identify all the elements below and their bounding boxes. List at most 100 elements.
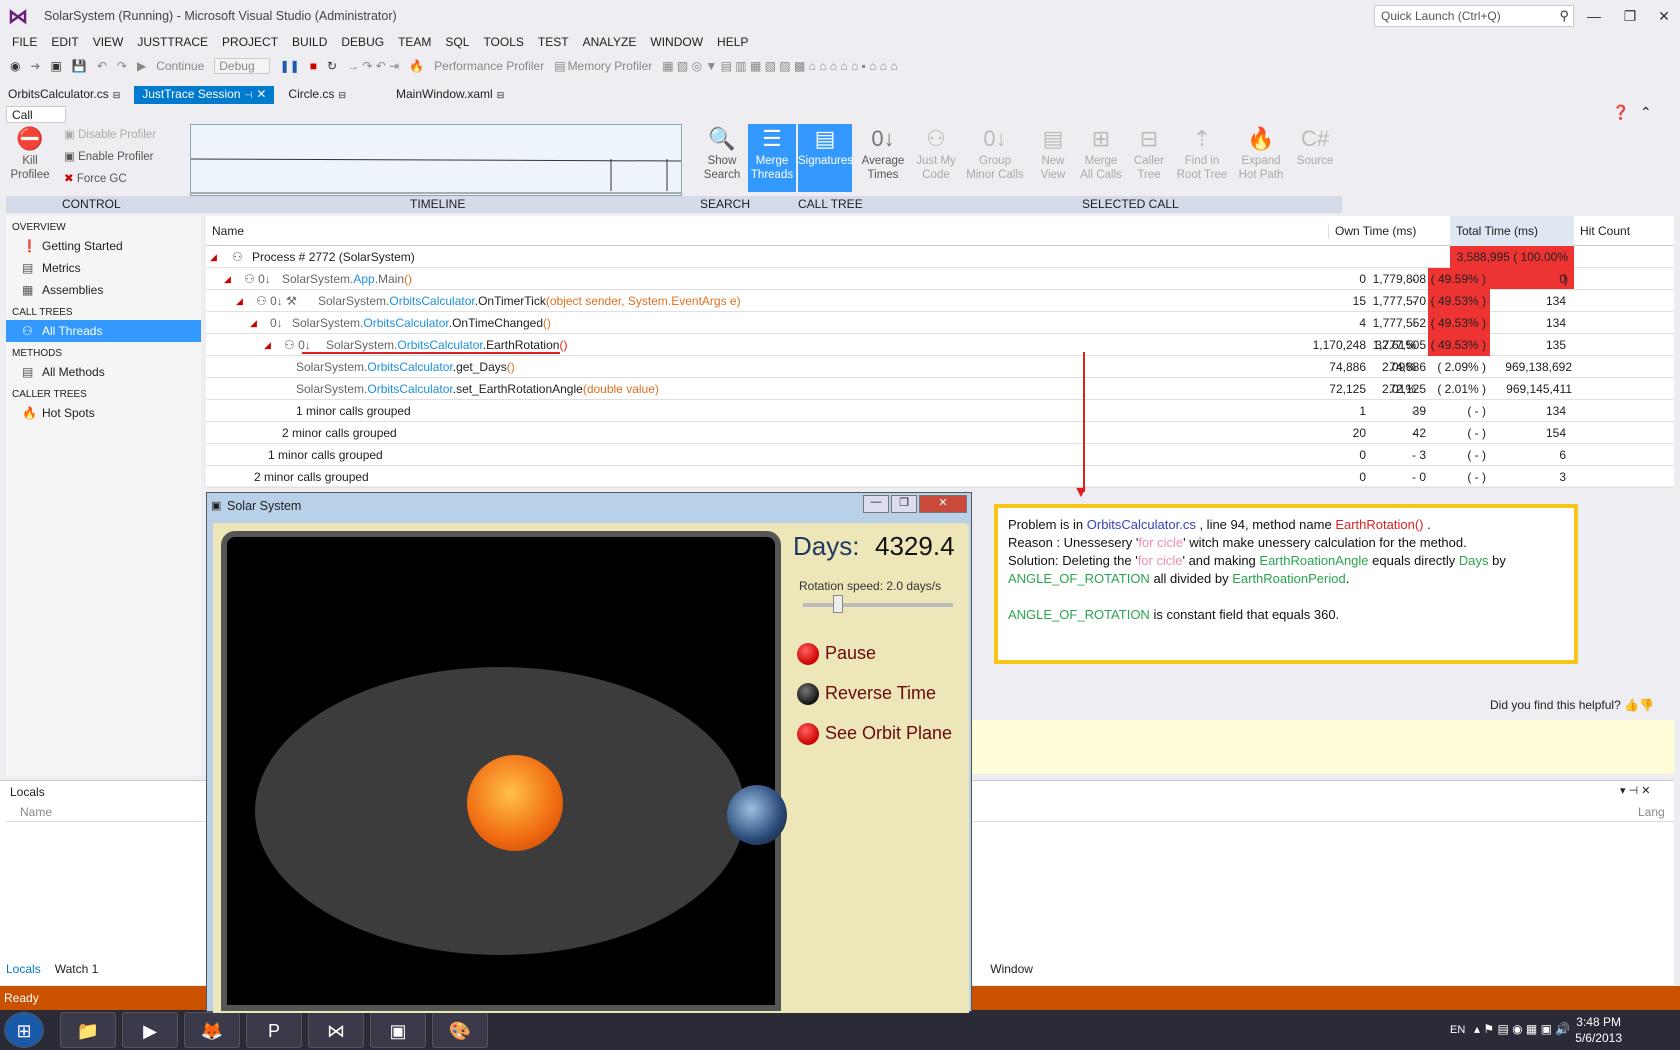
enable-profiler-button[interactable]: ▣ Enable Profiler <box>64 150 154 164</box>
table-row[interactable]: ◢ ⚇ 0↓ SolarSystem.App.Main() 0 - 1,779,… <box>206 268 1674 290</box>
solar-close-button[interactable]: ✕ <box>919 495 967 513</box>
col-name[interactable]: Name <box>20 805 52 819</box>
table-row[interactable]: 1 minor calls grouped 1 - 39 ( - ) 134 <box>206 400 1674 422</box>
merge-threads-button[interactable]: ☰ Merge Threads <box>748 124 796 192</box>
forward-icon[interactable]: ➜ <box>30 59 40 73</box>
menu-project[interactable]: PROJECT <box>222 35 278 49</box>
nav-metrics[interactable]: ▤ Metrics <box>6 257 201 279</box>
nav-getting-started[interactable]: ❗ Getting Started <box>6 235 201 257</box>
solar-maximize-button[interactable]: ❐ <box>891 495 917 513</box>
col-own-time[interactable]: Own Time (ms) <box>1328 224 1416 238</box>
col-name[interactable]: Name <box>212 224 244 238</box>
menu-edit[interactable]: EDIT <box>51 35 78 49</box>
continue-icon[interactable]: ▶ <box>137 59 146 73</box>
reverse-time-button[interactable]: Reverse Time <box>797 683 936 706</box>
menu-build[interactable]: BUILD <box>292 35 327 49</box>
flame-icon[interactable]: 🔥 <box>409 59 424 73</box>
menu-justtrace[interactable]: JUSTTRACE <box>137 35 208 49</box>
col-hit-count[interactable]: Hit Count <box>1580 224 1630 238</box>
table-row[interactable]: ◢ ⚇ 0↓ ⚒ SolarSystem.OrbitsCalculator.On… <box>206 290 1674 312</box>
performance-profiler-button[interactable]: Performance Profiler <box>434 59 544 73</box>
kill-profilee-button[interactable]: ⛔ Kill Profilee <box>6 124 54 182</box>
table-row[interactable]: ◢ ⚇ Process # 2772 (SolarSystem) 3,588,9… <box>206 246 1674 290</box>
menu-test[interactable]: TEST <box>538 35 569 49</box>
search-icon[interactable]: ⚲ <box>1559 8 1569 24</box>
menu-help[interactable]: HELP <box>717 35 748 49</box>
start-button-icon[interactable]: ⊞ <box>4 1012 44 1048</box>
language-indicator[interactable]: EN <box>1450 1024 1465 1036</box>
memory-profiler-button[interactable]: Memory Profiler <box>568 59 653 73</box>
clock[interactable]: 3:48 PM 5/6/2013 <box>1575 1014 1622 1046</box>
tab-justtrace-session[interactable]: JustTrace Session ⊣ ✕ <box>134 86 275 104</box>
continue-button[interactable]: Continue <box>156 59 204 73</box>
pin-icon[interactable]: ⊟ <box>338 90 346 100</box>
merge-all-calls-button[interactable]: ⊞ Merge All Calls <box>1078 124 1124 182</box>
collapse-ribbon-icon[interactable]: ⌃ <box>1640 104 1652 121</box>
menu-file[interactable]: FILE <box>12 35 37 49</box>
expand-icon[interactable]: ◢ <box>264 334 271 356</box>
source-button[interactable]: C# Source <box>1292 124 1338 168</box>
tab-watch[interactable]: Watch 1 <box>55 962 99 976</box>
minimize-button[interactable]: — <box>1574 4 1614 28</box>
signatures-button[interactable]: ▤ Signatures <box>798 124 853 192</box>
pin-icon[interactable]: ⊟ <box>113 90 121 100</box>
see-orbit-plane-button[interactable]: See Orbit Plane <box>797 723 952 746</box>
pin-icon[interactable]: ⊟ <box>497 90 505 100</box>
nav-hot-spots[interactable]: 🔥 Hot Spots <box>6 402 201 424</box>
expand-icon[interactable]: ◢ <box>224 268 231 290</box>
show-search-button[interactable]: 🔍 Show Search <box>698 124 746 182</box>
tab-mainwindow[interactable]: MainWindow.xaml ⊟ <box>388 86 512 104</box>
tab-orbitscalculator[interactable]: OrbitsCalculator.cs ⊟ <box>0 86 128 104</box>
expand-icon[interactable]: ◢ <box>236 290 243 312</box>
thumbs-up-icon[interactable]: 👍 <box>1624 698 1639 712</box>
solar-minimize-button[interactable]: — <box>863 495 889 513</box>
3d-viewport[interactable] <box>221 531 787 1011</box>
table-row[interactable]: SolarSystem.OrbitsCalculator.set_EarthRo… <box>206 378 1674 400</box>
media-player-icon[interactable]: ▶ <box>122 1012 178 1048</box>
restart-icon[interactable]: ↻ <box>327 59 337 73</box>
locals-window-controls[interactable]: ▾ ⊣ ✕ <box>1620 784 1650 797</box>
col-total-time[interactable]: Total Time (ms) <box>1450 216 1574 246</box>
menu-debug[interactable]: DEBUG <box>341 35 384 49</box>
memory-icon[interactable]: ▤ <box>554 59 565 73</box>
close-button[interactable]: ✕ <box>1644 4 1680 28</box>
slider-thumb[interactable] <box>833 595 843 613</box>
pause-button[interactable]: Pause <box>797 643 876 666</box>
back-icon[interactable]: ◉ <box>10 59 20 73</box>
menu-team[interactable]: TEAM <box>398 35 431 49</box>
config-dropdown[interactable]: Debug <box>214 58 270 74</box>
expand-icon[interactable]: ◢ <box>250 312 257 334</box>
menu-view[interactable]: VIEW <box>93 35 124 49</box>
nav-assemblies[interactable]: ▦ Assemblies <box>6 279 201 301</box>
tab-circle[interactable]: Circle.cs ⊟ <box>280 86 354 104</box>
new-project-icon[interactable]: ▣ <box>51 59 62 73</box>
average-times-button[interactable]: 0↓ Average Times <box>858 124 908 182</box>
tab-locals[interactable]: Locals <box>6 962 41 976</box>
caller-tree-button[interactable]: ⊟ Caller Tree <box>1128 124 1170 182</box>
expand-hot-path-button[interactable]: 🔥 Expand Hot Path <box>1234 124 1288 182</box>
menu-sql[interactable]: SQL <box>445 35 469 49</box>
timeline-graph[interactable] <box>190 124 682 196</box>
help-icon[interactable]: ❓ <box>1612 104 1629 121</box>
menu-window[interactable]: WINDOW <box>650 35 703 49</box>
nav-all-methods[interactable]: ▤ All Methods <box>6 361 201 383</box>
group-minor-calls-button[interactable]: 0↓ Group Minor Calls <box>964 124 1026 182</box>
misc-toolbar-icons[interactable]: ▦ ▧ ◎ ▼ ▤ ▥ ▦ ▧ ▨ ▩ ⌂ ⌂ ⌂ ⌂ ⌂ ▪ ⌂ ⌂ ⌂ <box>662 59 897 73</box>
pause-icon[interactable]: ❚❚ <box>280 59 300 73</box>
undo-icon[interactable]: ↶ <box>97 59 107 73</box>
menu-analyze[interactable]: ANALYZE <box>583 35 637 49</box>
visual-studio-icon[interactable]: ⋈ <box>308 1012 364 1048</box>
find-in-root-tree-button[interactable]: ⇡ Find in Root Tree <box>1174 124 1230 182</box>
paint-icon[interactable]: 🎨 <box>432 1012 488 1048</box>
step-icons[interactable]: → ↷ ↶ ⇥ <box>347 59 399 73</box>
nav-all-threads[interactable]: ⚇ All Threads <box>6 320 201 342</box>
tab-window-partial[interactable]: Window <box>990 962 1033 976</box>
save-icon[interactable]: 💾 <box>72 59 87 73</box>
thumbs-down-icon[interactable]: 👎 <box>1639 698 1654 712</box>
explorer-icon[interactable]: 📁 <box>60 1012 116 1048</box>
expand-icon[interactable]: ◢ <box>210 246 217 268</box>
pin-icon[interactable]: ⊣ <box>245 90 253 100</box>
table-row[interactable]: 1 minor calls grouped 0 - 3 ( - ) 6 <box>206 444 1674 466</box>
close-tab-icon[interactable]: ✕ <box>256 87 266 101</box>
force-gc-button[interactable]: ✖ Force GC <box>64 172 127 186</box>
